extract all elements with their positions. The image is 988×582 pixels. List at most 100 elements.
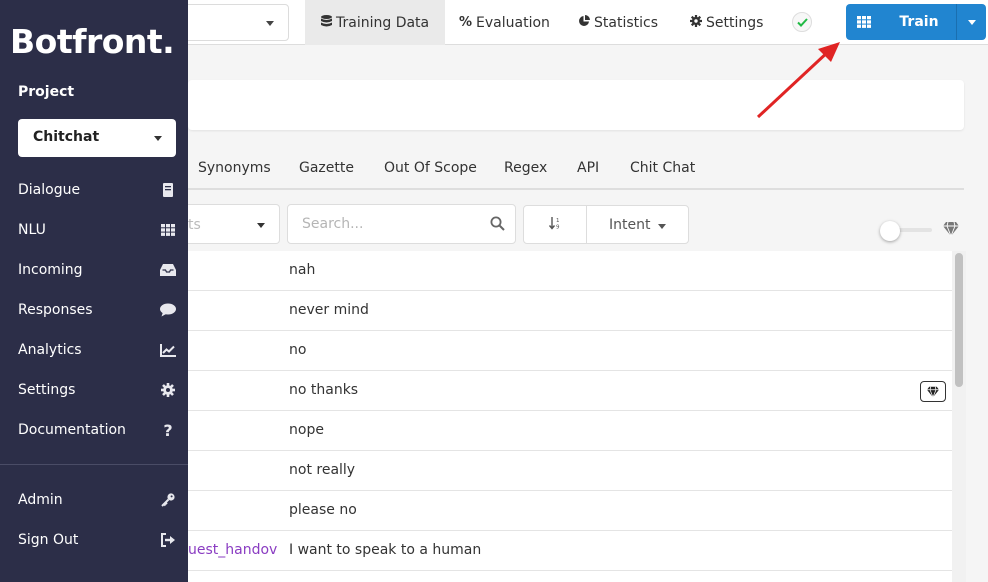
sidebar-item-label: Sign Out bbox=[18, 532, 79, 548]
pie-chart-icon bbox=[578, 15, 590, 30]
tab-training-data[interactable]: Training Data bbox=[305, 0, 446, 45]
row-example[interactable]: please no bbox=[289, 502, 357, 518]
sidebar-item-label: Documentation bbox=[18, 422, 126, 438]
project-selected-value: Chitchat bbox=[33, 129, 100, 145]
check-status-icon bbox=[792, 12, 812, 32]
sort-button[interactable]: 19 bbox=[523, 205, 587, 244]
row-intent[interactable]: uest_handov bbox=[188, 542, 277, 558]
svg-text:9: 9 bbox=[556, 225, 560, 231]
canonical-gem-button[interactable] bbox=[920, 381, 946, 402]
sidebar-item-label: Analytics bbox=[18, 342, 82, 358]
table-row[interactable]: uest_handov I want to speak to a human bbox=[188, 531, 952, 571]
sidebar-item-admin[interactable]: Admin bbox=[0, 480, 188, 520]
sidebar: Botfront. Project Chitchat Dialogue NLU … bbox=[0, 0, 188, 582]
sidebar-item-label: Incoming bbox=[18, 262, 83, 278]
sidebar-item-sign-out[interactable]: Sign Out bbox=[0, 520, 188, 560]
chart-icon bbox=[160, 342, 176, 358]
gem-icon bbox=[927, 386, 939, 398]
canonical-toggle[interactable] bbox=[880, 221, 932, 241]
gear-icon bbox=[160, 382, 176, 398]
table-row[interactable]: no thanks bbox=[188, 371, 952, 411]
train-dropdown-toggle[interactable] bbox=[956, 4, 986, 40]
table-scrollbar[interactable] bbox=[952, 251, 966, 582]
svg-text:1: 1 bbox=[556, 218, 560, 224]
caret-down-icon bbox=[658, 224, 666, 229]
caret-down-icon bbox=[257, 223, 265, 228]
sidebar-item-label: Dialogue bbox=[18, 182, 81, 198]
table-row[interactable]: never mind bbox=[188, 291, 952, 331]
train-button-label: Train bbox=[899, 14, 939, 30]
search-icon bbox=[490, 216, 505, 235]
database-icon bbox=[321, 15, 332, 30]
app-logo: Botfront. bbox=[10, 22, 175, 61]
train-button[interactable]: Train bbox=[846, 4, 986, 40]
right-gutter bbox=[966, 251, 988, 582]
tab-label: Evaluation bbox=[476, 14, 550, 31]
sidebar-item-label: Admin bbox=[18, 492, 63, 508]
project-label: Project bbox=[18, 84, 75, 100]
grid-icon bbox=[846, 4, 882, 40]
table-row[interactable]: please no bbox=[188, 491, 952, 531]
scrollbar-thumb[interactable] bbox=[955, 253, 963, 387]
tab-label: Settings bbox=[706, 14, 764, 31]
sidebar-item-settings[interactable]: Settings bbox=[0, 370, 188, 410]
sign-out-icon bbox=[160, 532, 176, 548]
grid-icon bbox=[160, 222, 176, 238]
row-example[interactable]: no bbox=[289, 342, 306, 358]
row-example[interactable]: not really bbox=[289, 462, 355, 478]
table-row[interactable]: nah bbox=[188, 251, 952, 291]
subtab-regex[interactable]: Regex bbox=[504, 160, 547, 176]
subtab-synonyms[interactable]: Synonyms bbox=[198, 160, 271, 176]
table-row[interactable]: no bbox=[188, 331, 952, 371]
row-example[interactable]: nope bbox=[289, 422, 324, 438]
gear-icon bbox=[690, 15, 702, 30]
sidebar-item-analytics[interactable]: Analytics bbox=[0, 330, 188, 370]
tab-label: Statistics bbox=[594, 14, 658, 31]
caret-down-icon bbox=[154, 136, 162, 141]
intent-filter-placeholder: ts bbox=[188, 217, 201, 233]
toggle-knob bbox=[880, 221, 900, 241]
row-example[interactable]: nah bbox=[289, 262, 315, 278]
caret-down-icon bbox=[266, 21, 274, 26]
language-select[interactable] bbox=[175, 4, 289, 41]
subtab-gazette[interactable]: Gazette bbox=[299, 160, 354, 176]
key-icon bbox=[160, 492, 176, 508]
comment-icon bbox=[160, 302, 176, 318]
subtab-chit-chat[interactable]: Chit Chat bbox=[630, 160, 695, 176]
sidebar-item-label: NLU bbox=[18, 222, 46, 238]
book-icon bbox=[160, 182, 176, 198]
tab-evaluation[interactable]: % Evaluation bbox=[443, 0, 566, 45]
table-row[interactable]: nope bbox=[188, 411, 952, 451]
caret-down-icon bbox=[967, 19, 976, 25]
question-icon: ? bbox=[163, 420, 173, 440]
tab-statistics[interactable]: Statistics bbox=[562, 0, 674, 45]
sidebar-item-nlu[interactable]: NLU bbox=[0, 210, 188, 250]
gem-icon bbox=[942, 221, 960, 241]
search-input[interactable] bbox=[288, 205, 478, 243]
sidebar-item-documentation[interactable]: Documentation ? bbox=[0, 410, 188, 450]
subtab-out-of-scope[interactable]: Out Of Scope bbox=[384, 160, 477, 176]
intent-filter-select[interactable]: ts bbox=[188, 204, 280, 244]
table-row[interactable]: not really bbox=[188, 451, 952, 491]
row-example[interactable]: never mind bbox=[289, 302, 369, 318]
percent-icon: % bbox=[459, 15, 473, 30]
sidebar-item-incoming[interactable]: Incoming bbox=[0, 250, 188, 290]
examples-table: nah never mind no no thanks nope not rea… bbox=[188, 251, 952, 582]
annotation-arrow-icon bbox=[756, 42, 840, 119]
row-example[interactable]: no thanks bbox=[289, 382, 358, 398]
intent-button-label: Intent bbox=[609, 217, 651, 233]
row-example[interactable]: I want to speak to a human bbox=[289, 542, 481, 558]
nlu-subtab-bar: Synonyms Gazette Out Of Scope Regex API … bbox=[188, 150, 964, 190]
sidebar-item-label: Responses bbox=[18, 302, 93, 318]
inbox-icon bbox=[160, 262, 176, 278]
sidebar-item-responses[interactable]: Responses bbox=[0, 290, 188, 330]
tab-label: Training Data bbox=[336, 14, 430, 31]
intent-dropdown-button[interactable]: Intent bbox=[586, 205, 689, 244]
subtab-api[interactable]: API bbox=[577, 160, 599, 176]
sort-icon: 19 bbox=[548, 216, 562, 233]
project-select[interactable]: Chitchat bbox=[18, 119, 176, 157]
sidebar-item-dialogue[interactable]: Dialogue bbox=[0, 170, 188, 210]
sidebar-item-label: Settings bbox=[18, 382, 76, 398]
sidebar-divider bbox=[0, 464, 188, 465]
search-box bbox=[287, 204, 516, 244]
